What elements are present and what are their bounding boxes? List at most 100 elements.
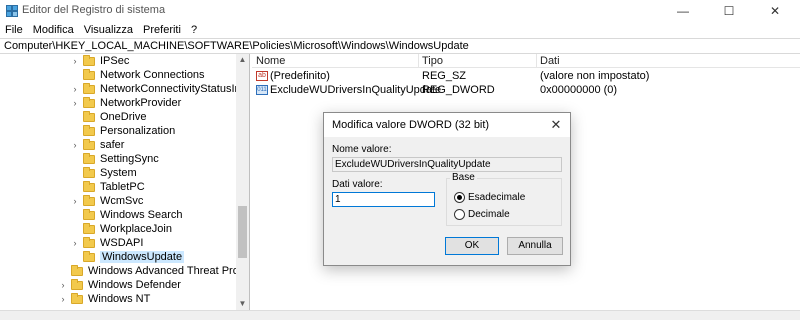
radio-checked-icon[interactable] [454, 192, 465, 203]
value-type: REG_DWORD [422, 84, 495, 96]
menu-preferiti[interactable]: Preferiti [138, 22, 186, 38]
value-name-cell: ab (Predefinito) [256, 69, 330, 83]
folder-icon [83, 250, 95, 262]
tree-item[interactable]: SettingSync [70, 152, 159, 166]
radio-unchecked-icon[interactable] [454, 209, 465, 220]
tree-item[interactable]: System [70, 166, 137, 180]
tree-item-label: TabletPC [100, 181, 145, 193]
title-bar: Editor del Registro di sistema — ☐ ✕ [0, 0, 800, 22]
tree-item-label: Windows Search [100, 209, 183, 221]
tree-item[interactable]: WindowsUpdate [70, 250, 185, 264]
value-name-field[interactable]: ExcludeWUDriversInQualityUpdate [332, 157, 562, 172]
tree-item-label: NetworkConnectivityStatusIndicator [100, 83, 249, 95]
radio-hexadecimal[interactable]: Esadecimale [454, 192, 525, 203]
column-divider[interactable] [418, 54, 419, 68]
folder-icon [83, 124, 95, 136]
base-group-label: Base [450, 172, 477, 183]
chevron-right-icon[interactable]: › [70, 56, 80, 66]
tree-item-label: safer [100, 139, 125, 151]
dialog-title-bar: Modifica valore DWORD (32 bit) ✕ [324, 113, 570, 137]
menu-file[interactable]: File [0, 22, 28, 38]
radio-decimal[interactable]: Decimale [454, 209, 510, 220]
menu-help[interactable]: ? [186, 22, 202, 38]
tree-item[interactable]: Network Connections [70, 68, 205, 82]
window-title: Editor del Registro di sistema [22, 4, 166, 16]
folder-icon [71, 278, 83, 290]
scroll-down-icon[interactable]: ▼ [236, 298, 249, 310]
chevron-right-icon[interactable]: › [70, 98, 80, 108]
tree-scrollbar[interactable]: ▲ ▼ [236, 54, 249, 310]
ok-button[interactable]: OK [445, 237, 499, 255]
tree-item[interactable]: TabletPC [70, 180, 145, 194]
tree-item[interactable]: OneDrive [70, 110, 146, 124]
value-name: ExcludeWUDriversInQualityUpdate [270, 84, 442, 96]
list-row[interactable]: ab (Predefinito) REG_SZ (valore non impos… [252, 69, 800, 83]
radio-label: Esadecimale [468, 192, 526, 203]
column-header-data[interactable]: Dati [540, 54, 560, 68]
chevron-right-icon[interactable]: › [70, 238, 80, 248]
close-window-button[interactable]: ✕ [752, 0, 798, 22]
edit-dword-dialog: Modifica valore DWORD (32 bit) ✕ Nome va… [323, 112, 571, 266]
value-data-field[interactable]: 1 [332, 192, 435, 207]
tree-item[interactable]: › IPSec [70, 54, 129, 68]
chevron-right-icon[interactable]: › [70, 196, 80, 206]
column-header-name[interactable]: Nome [256, 54, 285, 68]
scroll-up-icon[interactable]: ▲ [236, 54, 249, 66]
address-bar[interactable]: Computer\HKEY_LOCAL_MACHINE\SOFTWARE\Pol… [0, 38, 800, 54]
folder-icon [83, 152, 95, 164]
maximize-button[interactable]: ☐ [706, 0, 752, 22]
folder-icon [83, 194, 95, 206]
value-name-label: Nome valore: [332, 144, 392, 155]
tree-item-label: NetworkProvider [100, 97, 182, 109]
chevron-right-icon[interactable]: › [70, 140, 80, 150]
menu-visualizza[interactable]: Visualizza [79, 22, 138, 38]
tree-item[interactable]: › NetworkProvider [70, 96, 181, 110]
menu-bar: File Modifica Visualizza Preferiti ? [0, 22, 800, 38]
tree-item-label: Personalization [100, 125, 176, 137]
cancel-button[interactable]: Annulla [507, 237, 563, 255]
tree-item[interactable]: › Windows Defender [58, 278, 181, 292]
tree-item[interactable]: › WcmSvc [70, 194, 143, 208]
tree-item[interactable]: › WSDAPI [70, 236, 143, 250]
folder-icon [83, 236, 95, 248]
chevron-right-icon[interactable]: › [70, 84, 80, 94]
folder-icon [83, 68, 95, 80]
horizontal-scrollbar[interactable] [0, 310, 800, 320]
list-row[interactable]: 011 ExcludeWUDriversInQualityUpdate REG_D… [252, 83, 800, 97]
value-data: (valore non impostato) [540, 70, 650, 82]
folder-icon [83, 54, 95, 66]
tree-item[interactable]: Personalization [70, 124, 175, 138]
dialog-close-icon[interactable]: ✕ [546, 116, 566, 134]
folder-icon [71, 264, 83, 276]
tree-item[interactable]: Windows Advanced Threat Protection [58, 264, 249, 278]
string-value-icon: ab [256, 71, 268, 82]
tree-item-label: OneDrive [100, 111, 147, 123]
folder-icon [71, 292, 83, 304]
tree-item-label: WindowsUpdate [100, 251, 185, 263]
menu-modifica[interactable]: Modifica [28, 22, 79, 38]
tree-item[interactable]: › NetworkConnectivityStatusIndicator [70, 82, 249, 96]
column-divider[interactable] [536, 54, 537, 68]
registry-editor-icon [6, 5, 18, 17]
value-data: 0x00000000 (0) [540, 84, 618, 96]
minimize-button[interactable]: — [660, 0, 706, 22]
tree-item[interactable]: Windows Search [70, 208, 183, 222]
chevron-right-icon[interactable]: › [58, 294, 68, 304]
value-type: REG_SZ [422, 70, 467, 82]
tree-scroll-thumb[interactable] [238, 206, 247, 258]
tree-item-label: IPSec [100, 55, 130, 67]
tree-item-label: SettingSync [100, 153, 159, 165]
column-header-type[interactable]: Tipo [422, 54, 443, 68]
folder-icon [83, 82, 95, 94]
chevron-right-icon[interactable]: › [58, 280, 68, 290]
tree-item-label: WSDAPI [100, 237, 144, 249]
folder-icon [83, 208, 95, 220]
tree-item[interactable]: WorkplaceJoin [70, 222, 172, 236]
tree-item-label: Network Connections [100, 69, 205, 81]
tree-item-label: System [100, 167, 137, 179]
folder-icon [83, 180, 95, 192]
tree-item-label: WorkplaceJoin [100, 223, 172, 235]
value-name-cell: 011 ExcludeWUDriversInQualityUpdate [256, 83, 441, 97]
tree-item[interactable]: › safer [70, 138, 124, 152]
tree-item[interactable]: › Windows NT [58, 292, 150, 306]
